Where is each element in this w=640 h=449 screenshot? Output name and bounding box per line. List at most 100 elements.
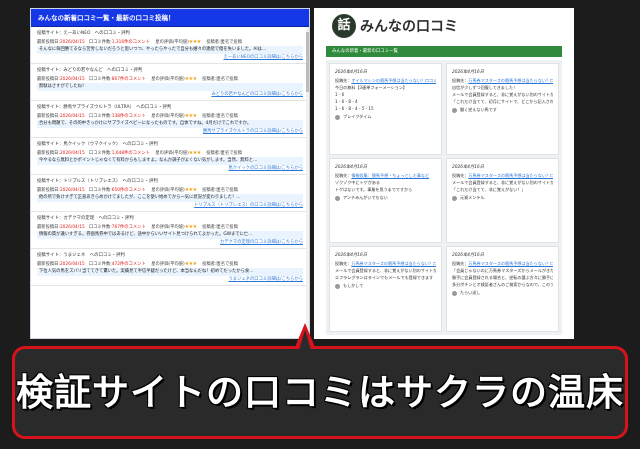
post-count: 1,648件のコメント [111, 151, 150, 156]
review-card-grid: 2026年4月16日 投稿先：オイルマシンの競馬予想は当たらない？口コミ評判や無… [326, 60, 562, 335]
card-user: たらい送し [452, 288, 553, 297]
review-list-header: みんなの新着口コミ一覧・最新の口コミ投稿！ [31, 9, 309, 27]
card-line-text: メールで会員登録すると、非に覚えがない別のサイトからメールが来るのはよくあります… [452, 180, 553, 185]
card-target-link[interactable]: オイルマシンの競馬予想は当たらない？口コミ評判や無料予想の検証を公開！ [351, 78, 436, 83]
card-date: 2026年4月16日 [452, 253, 485, 258]
review-card: 2026年4月16日 投稿先：万馬券マスターズの競馬予想は当たらない？口コミ評判… [446, 158, 559, 243]
card-line-text: 1 - 6 [335, 92, 345, 97]
post-date-label: 最新投稿日: [37, 262, 60, 267]
post-detail-link[interactable]: えーあいNEOの口コミ詳細は/こちらから [37, 54, 303, 62]
avatar-icon [452, 290, 457, 296]
card-line-text: 勝手に会員登録される場合と、逆転の選ぶ方々に勝手に会員登録され新規会の場合が多い… [452, 275, 553, 280]
card-line: 勝手に会員登録される場合と、逆転の選ぶ方々に勝手に会員登録され新規会の場合が多い… [452, 274, 553, 281]
post-date-label: 最新投稿日: [37, 225, 60, 230]
card-line-text: 「これだけ当てて、初月にサイトで、どこから記入されたか分かりません。競馬、サイト… [452, 99, 553, 104]
card-user: アンチみんがいでもない [335, 193, 436, 202]
card-line: 「会員じゃないのに万馬券マスターズからメールがきたってどこですか？ [452, 267, 553, 274]
star-rating-icon: ★★★ [184, 261, 197, 267]
scrollbar-thumb[interactable] [306, 32, 309, 92]
site-logo-icon[interactable]: 話 [332, 14, 356, 38]
post-poster: 投稿者:匿名で投稿 [202, 114, 238, 119]
card-line: 投稿先：万馬券マスターズの競馬予想は当たらない？口コミ評判や無料予想の検証を公開… [452, 172, 553, 179]
card-target-link[interactable]: 情報収集：競馬予想・ちょっとした事など [351, 173, 429, 178]
post-site-line[interactable]: 投稿サイト：みどりの若やなんど への口コミ・評判 [37, 66, 303, 75]
post-count: 1,316件のコメント [111, 40, 150, 45]
composite-image: みんなの新着口コミ一覧・最新の口コミ投稿！ 投稿サイト：えーあいNEO への口コ… [0, 0, 640, 449]
card-line-text: 投稿先： [335, 173, 352, 178]
post-site-line[interactable]: 投稿サイト：えーあいNEO への口コミ・評判 [37, 29, 303, 38]
post-poster: 投稿者:匿名で投稿 [202, 225, 238, 230]
post-poster: 投稿者:匿名で投稿 [206, 151, 243, 156]
post-detail-link[interactable]: カデクマの定理の口コミ詳細は/こちらから [37, 239, 303, 247]
card-date: 2026年4月16日 [452, 165, 485, 170]
card-target-link[interactable]: 万馬券マスターズの競馬予想は当たらない？口コミ評判や無料予想の検証を公開！ [468, 173, 553, 178]
card-line: エフラレグランはラインでもメールでも登録できます [335, 274, 436, 281]
card-line-text: 「会員じゃないのに万馬券マスターズからメールがきたってどこですか？ [452, 268, 553, 273]
card-line: 投稿先：万馬券マスターズの競馬予想は当たらない？口コミ評判や無料予想の検証を公開… [452, 77, 553, 84]
post-date-label: 最新投稿日: [37, 77, 60, 82]
post-date: 2026/04/15 [59, 188, 85, 193]
card-line-text: 投稿先： [452, 78, 469, 83]
review-card: 2026年4月16日 投稿先：情報収集：競馬予想・ちょっとした事など ゾクゾク中に… [329, 158, 442, 243]
post-rating-label: 星の評価(平均値) [151, 225, 185, 230]
post-body: 下位人気の馬をズバリ当ててきて驚いた。実績見て半信半疑だったけど、本当なんだね！… [37, 268, 303, 276]
card-line: 投稿先：万馬券マスターズの競馬予想は当たらない？口コミ評判や無料予想の検証を公開… [335, 260, 436, 267]
review-list: 投稿サイト：えーあいNEO への口コミ・評判 最新投稿日:2026/04/15 … [31, 27, 309, 286]
card-line-text: メールで会員登録すると、非に覚えがない別のサイトからメールが来るのはよくあります… [335, 268, 436, 273]
card-user: 元資メンテル [452, 193, 553, 202]
review-card: 2026年4月16日 投稿先：万馬券マスターズの競馬予想は当たらない？口コミ評判… [446, 246, 559, 332]
card-line-text: 投稿先： [335, 78, 352, 83]
post-site-line[interactable]: 投稿サイト：勝馬サプライズウルトラ（ULTRA） への口コミ・評判 [37, 103, 303, 112]
post-meta: 最新投稿日:2026/04/15 口コミ件数:1,648件のコメント 星の評価(… [37, 149, 303, 157]
post-site-line[interactable]: 投稿サイト：馬クイック（ウマクイック） への口コミ・評判 [37, 140, 303, 149]
post-body: 他の所で負けすぎて正直あきらめかけてましたが、ここを使い始めてから一気に状況が変… [37, 194, 303, 202]
post-detail-link[interactable]: 勝馬サプライズウルトラの口コミ詳細は/こちらから [37, 128, 303, 136]
post-site-line[interactable]: 投稿サイト：カデクマの定理 への口コミ・評判 [37, 214, 303, 223]
card-target-link[interactable]: 万馬券マスターズの競馬予想は当たらない？口コミ評判や無料予想の検証を公開！ [351, 261, 436, 266]
post-body: 無駄はさすがでしたね！ [37, 83, 303, 91]
post-count-label: 口コミ件数: [88, 262, 112, 267]
card-line: 「これだけ当てて、非に覚えがない！」 [452, 186, 553, 193]
post-body: 今やるなら無料とかポイントじゃなくて有料からもしますよ。なんか調子がよくない気が… [37, 157, 303, 165]
post-poster: 投稿者:匿名で投稿 [202, 77, 238, 82]
card-line: 自信が少しずつ回復してきました！ [452, 84, 553, 91]
post-detail-link[interactable]: みどりの若やなんどの口コミ詳細は/こちらから [37, 91, 303, 99]
post-count-label: 口コミ件数: [88, 114, 112, 119]
card-target-link[interactable]: 万馬券マスターズの競馬予想は当たらない？口コミ評判や無料予想の検証を公開！ [468, 78, 553, 83]
card-user: ブレイクタイム [335, 112, 436, 121]
post-detail-link[interactable]: トリプルス（トリプレエス）の口コミ詳細は/こちらから [37, 202, 303, 210]
post-rating-label: 星の評価(平均値) [151, 262, 185, 267]
post-site-line[interactable]: 投稿サイト：うまジェネ への口コミ・評判 [37, 251, 303, 260]
site-title[interactable]: みんなの口コミ [360, 16, 458, 36]
star-rating-icon: ★★★ [188, 39, 201, 45]
card-line-text: ゾクゾク中にトゲがある [335, 180, 381, 185]
review-card: 2026年4月16日 投稿先：オイルマシンの競馬予想は当たらない？口コミ評判や無… [329, 63, 442, 155]
post-count-label: 口コミ件数: [88, 225, 112, 230]
star-rating-icon: ★★★ [184, 113, 197, 119]
post-site-line[interactable]: 投稿サイト：トリプルス（トリプレエス） への口コミ・評判 [37, 177, 303, 186]
avatar-icon [452, 107, 457, 113]
post-date-label: 最新投稿日: [37, 40, 60, 45]
post-detail-link[interactable]: うまジェネの口コミ詳細は/こちらから [37, 276, 304, 284]
review-post: 投稿サイト：カデクマの定理 への口コミ・評判 最新投稿日:2026/04/15 … [31, 212, 309, 249]
card-line: 投稿先：情報収集：競馬予想・ちょっとした事など [335, 172, 436, 179]
review-post: 投稿サイト：馬クイック（ウマクイック） への口コミ・評判 最新投稿日:2026/… [31, 138, 309, 175]
card-target-link[interactable]: 万馬券マスターズの競馬予想は当たらない？口コミ評判や無料予想の検証を公開！ [468, 261, 553, 266]
card-line-text: 投稿先： [335, 261, 352, 266]
post-body: 合分も問題で、その的中きっかけにサプライズベビーになったものです。自体ですね。4… [37, 120, 303, 128]
card-line: メールで会員登録すると、非に覚えがない別のサイトからメールが来るのはよくあります… [452, 91, 553, 98]
card-date: 2026年4月16日 [335, 165, 368, 170]
post-date: 2026/04/15 [59, 225, 85, 230]
scrollbar[interactable] [306, 27, 309, 338]
post-meta: 最新投稿日:2026/04/15 口コミ件数:472件のコメント 星の評価(平均… [37, 260, 303, 268]
post-count: 867件のコメント [111, 77, 146, 82]
post-rating-label: 星の評価(平均値) [151, 114, 185, 119]
star-rating-icon: ★★★ [184, 224, 197, 230]
caption-pointer-inner [299, 330, 311, 350]
section-bar: みんなの新着・最新の口コミ一覧 [326, 46, 562, 57]
card-line-text: 投稿先： [452, 261, 469, 266]
post-meta: 最新投稿日:2026/04/15 口コミ件数:650件のコメント 星の評価(平均… [37, 186, 303, 194]
post-rating-label: 星の評価(平均値) [155, 40, 189, 45]
avatar-icon [335, 283, 340, 289]
post-detail-link[interactable]: 馬クイックの口コミ詳細は/こちらから [37, 165, 304, 173]
